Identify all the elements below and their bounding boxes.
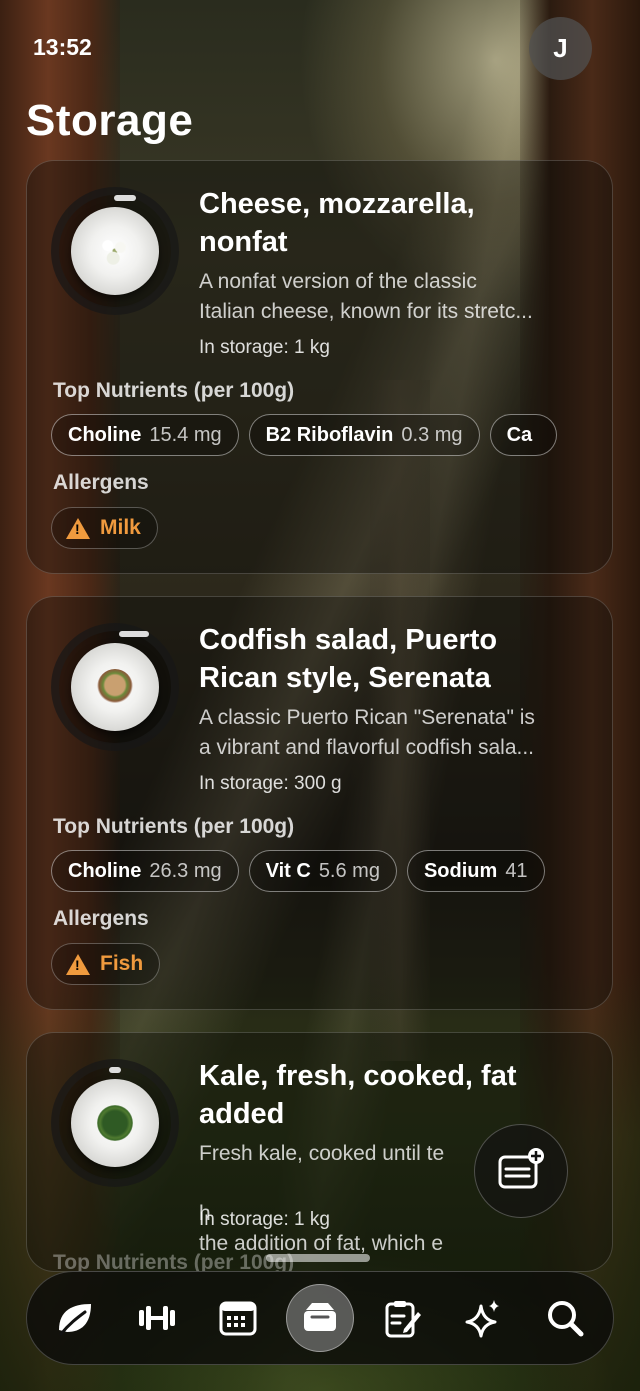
allergens-heading: Allergens bbox=[53, 471, 149, 494]
sparkles-icon bbox=[465, 1300, 500, 1338]
scroll-indicator bbox=[266, 1254, 370, 1262]
dumbbell-icon bbox=[138, 1306, 175, 1330]
nutrients-heading: Top Nutrients (per 100g) bbox=[53, 379, 295, 402]
nutrient-chip[interactable]: Choline 15.4 mg bbox=[51, 414, 239, 456]
tab-bar bbox=[26, 1271, 614, 1365]
food-image bbox=[51, 623, 179, 751]
add-card-icon bbox=[498, 1148, 544, 1189]
progress-arc bbox=[109, 1067, 121, 1073]
food-title: Codfish salad, Puerto Rican style, Seren… bbox=[199, 624, 498, 694]
leaf-icon bbox=[59, 1304, 91, 1336]
nutrient-chip[interactable]: Sodium 41 bbox=[406, 850, 545, 892]
food-card[interactable]: Cheese, mozzarella, nonfat A nonfat vers… bbox=[26, 160, 613, 574]
allergen-badge: Fish bbox=[51, 943, 161, 985]
nutrient-chip[interactable]: Choline 26.3 mg bbox=[51, 850, 239, 892]
warning-icon bbox=[66, 953, 90, 975]
warning-icon bbox=[66, 517, 90, 539]
food-image bbox=[51, 1059, 179, 1187]
tab-ai[interactable] bbox=[449, 1284, 517, 1352]
storage-amount: In storage: 300 g bbox=[199, 773, 342, 794]
tab-calendar[interactable] bbox=[204, 1284, 272, 1352]
nutrient-chips[interactable]: Choline 26.3 mg Vit C 5.6 mg Sodium 41 bbox=[51, 850, 612, 894]
notes-icon bbox=[385, 1301, 421, 1338]
storage-amount: In storage: 1 kg bbox=[199, 337, 330, 358]
tab-notes[interactable] bbox=[368, 1284, 436, 1352]
nutrient-chip[interactable]: Vit C 5.6 mg bbox=[248, 850, 397, 892]
tab-search[interactable] bbox=[531, 1284, 599, 1352]
avatar-initial: J bbox=[553, 33, 568, 63]
allergen-badge: Milk bbox=[51, 507, 158, 549]
tab-workouts[interactable] bbox=[123, 1284, 191, 1352]
allergens-heading: Allergens bbox=[53, 907, 149, 930]
page-title: Storage bbox=[26, 96, 194, 145]
nutrients-heading: Top Nutrients (per 100g) bbox=[53, 815, 295, 838]
add-item-button[interactable] bbox=[474, 1124, 568, 1218]
food-title: Cheese, mozzarella, nonfat bbox=[199, 188, 475, 258]
progress-arc bbox=[114, 195, 136, 201]
food-card[interactable]: Codfish salad, Puerto Rican style, Seren… bbox=[26, 596, 613, 1010]
food-description: A classic Puerto Rican "Serenata" is a v… bbox=[199, 706, 535, 759]
tab-foods[interactable] bbox=[41, 1284, 109, 1352]
avatar[interactable]: J bbox=[529, 17, 592, 80]
progress-arc bbox=[119, 631, 149, 637]
nutrient-chip[interactable]: Ca bbox=[489, 414, 558, 456]
status-time: 13:52 bbox=[33, 34, 92, 60]
nutrient-chip[interactable]: B2 Riboflavin 0.3 mg bbox=[248, 414, 480, 456]
storage-tray-icon bbox=[303, 1303, 336, 1331]
search-icon bbox=[547, 1301, 584, 1337]
food-title: Kale, fresh, cooked, fat added bbox=[199, 1060, 517, 1130]
calendar-icon bbox=[219, 1301, 257, 1336]
nutrient-chips[interactable]: Choline 15.4 mg B2 Riboflavin 0.3 mg Ca bbox=[51, 414, 612, 458]
nutrients-heading: Top Nutrients (per 100g) bbox=[53, 1251, 295, 1272]
food-description: A nonfat version of the classic Italian … bbox=[199, 270, 533, 323]
food-image bbox=[51, 187, 179, 315]
tab-storage[interactable] bbox=[285, 1284, 354, 1352]
storage-amount: In storage: 1 kg bbox=[199, 1209, 330, 1230]
